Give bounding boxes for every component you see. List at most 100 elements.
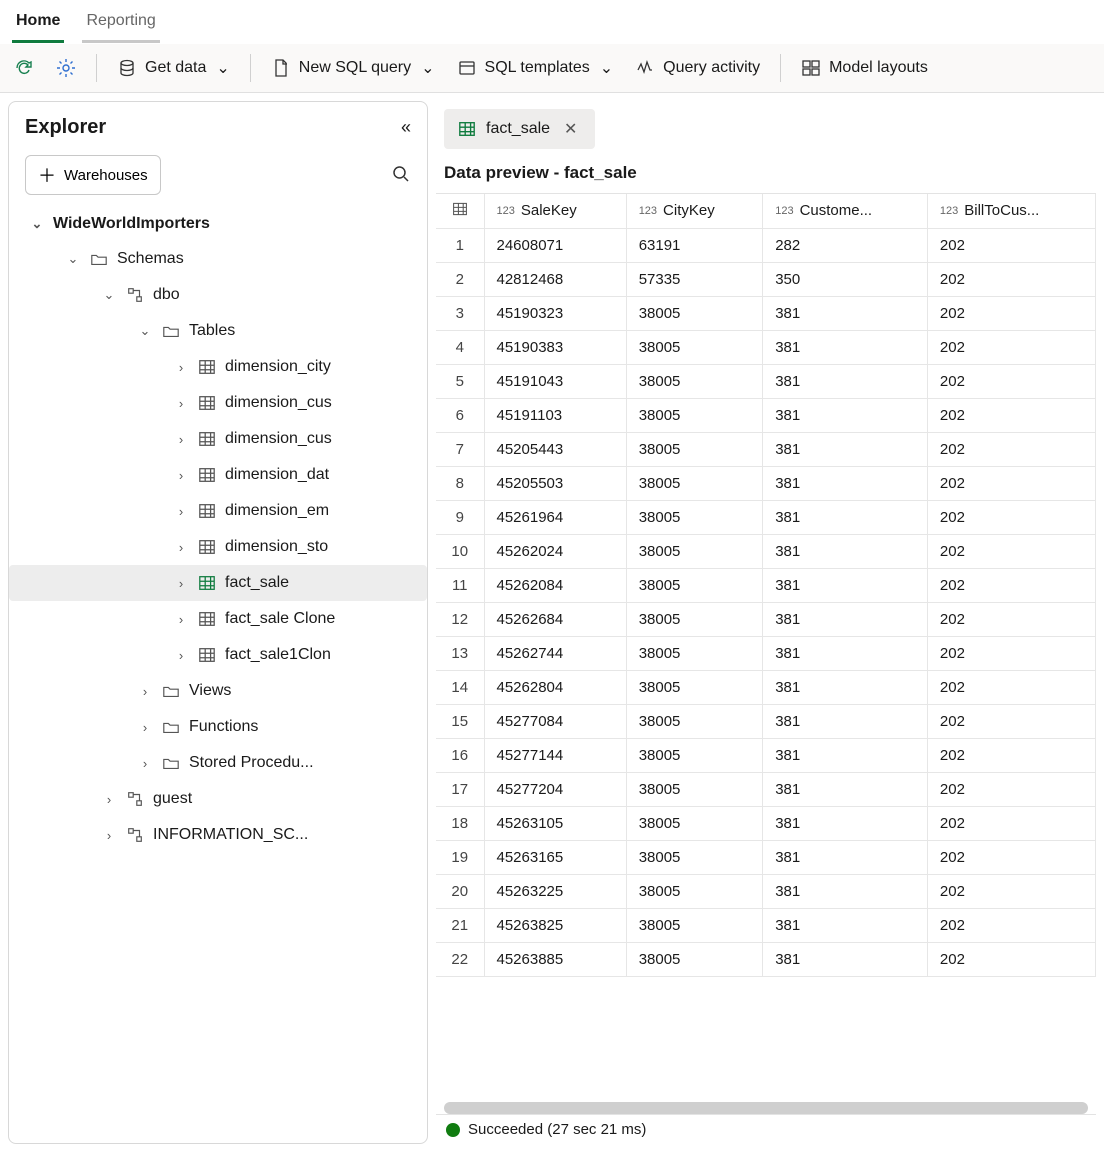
cell[interactable]: 38005 (626, 942, 763, 976)
cell[interactable]: 38005 (626, 296, 763, 330)
table-row[interactable]: 184526310538005381202 (436, 806, 1096, 840)
cell[interactable]: 38005 (626, 330, 763, 364)
table-row[interactable]: 84520550338005381202 (436, 466, 1096, 500)
cell[interactable]: 38005 (626, 398, 763, 432)
cell[interactable]: 38005 (626, 738, 763, 772)
cell[interactable]: 381 (763, 738, 928, 772)
cell[interactable]: 38005 (626, 432, 763, 466)
cell[interactable]: 45205443 (484, 432, 626, 466)
cell[interactable]: 57335 (626, 262, 763, 296)
cell[interactable]: 38005 (626, 534, 763, 568)
cell[interactable]: 381 (763, 296, 928, 330)
cell[interactable]: 202 (927, 738, 1095, 772)
cell[interactable]: 38005 (626, 364, 763, 398)
tree-table-fact_sale[interactable]: › fact_sale (9, 565, 427, 601)
cell[interactable]: 381 (763, 568, 928, 602)
cell[interactable]: 45262084 (484, 568, 626, 602)
cell[interactable]: 45263165 (484, 840, 626, 874)
column-header-Custome[interactable]: 123Custome... (763, 194, 928, 228)
table-row[interactable]: 164527714438005381202 (436, 738, 1096, 772)
data-grid[interactable]: 123SaleKey123CityKey123Custome...123Bill… (436, 193, 1096, 1100)
table-row[interactable]: 104526202438005381202 (436, 534, 1096, 568)
cell[interactable]: 350 (763, 262, 928, 296)
table-row[interactable]: 74520544338005381202 (436, 432, 1096, 466)
tree-table-dimension_dat[interactable]: › dimension_dat (9, 457, 427, 493)
cell[interactable]: 45263105 (484, 806, 626, 840)
table-row[interactable]: 224526388538005381202 (436, 942, 1096, 976)
cell[interactable]: 202 (927, 840, 1095, 874)
cell[interactable]: 38005 (626, 772, 763, 806)
table-row[interactable]: 194526316538005381202 (436, 840, 1096, 874)
cell[interactable]: 38005 (626, 568, 763, 602)
cell[interactable]: 45190323 (484, 296, 626, 330)
cell[interactable]: 381 (763, 806, 928, 840)
content-tab-fact-sale[interactable]: fact_sale ✕ (444, 109, 595, 149)
cell[interactable]: 381 (763, 636, 928, 670)
tree-table-dimension_sto[interactable]: › dimension_sto (9, 529, 427, 565)
cell[interactable]: 63191 (626, 228, 763, 262)
cell[interactable]: 202 (927, 262, 1095, 296)
tree-table-dimension_cus[interactable]: › dimension_cus (9, 421, 427, 457)
table-row[interactable]: 94526196438005381202 (436, 500, 1096, 534)
cell[interactable]: 202 (927, 806, 1095, 840)
table-row[interactable]: 64519110338005381202 (436, 398, 1096, 432)
cell[interactable]: 202 (927, 228, 1095, 262)
cell[interactable]: 202 (927, 772, 1095, 806)
table-row[interactable]: 54519104338005381202 (436, 364, 1096, 398)
cell[interactable]: 45277084 (484, 704, 626, 738)
tab-home[interactable]: Home (12, 6, 64, 43)
cell[interactable]: 381 (763, 330, 928, 364)
cell[interactable]: 381 (763, 942, 928, 976)
cell[interactable]: 45277204 (484, 772, 626, 806)
table-row[interactable]: 34519032338005381202 (436, 296, 1096, 330)
table-row[interactable]: 12460807163191282202 (436, 228, 1096, 262)
cell[interactable]: 381 (763, 364, 928, 398)
cell[interactable]: 45262024 (484, 534, 626, 568)
cell[interactable]: 45263885 (484, 942, 626, 976)
horizontal-scrollbar[interactable] (444, 1102, 1088, 1114)
cell[interactable]: 202 (927, 670, 1095, 704)
cell[interactable]: 381 (763, 398, 928, 432)
cell[interactable]: 381 (763, 466, 928, 500)
column-header-CityKey[interactable]: 123CityKey (626, 194, 763, 228)
table-row[interactable]: 174527720438005381202 (436, 772, 1096, 806)
cell[interactable]: 38005 (626, 636, 763, 670)
tree-dbo[interactable]: ⌄ dbo (9, 277, 427, 313)
table-row[interactable]: 114526208438005381202 (436, 568, 1096, 602)
cell[interactable]: 381 (763, 602, 928, 636)
column-header-SaleKey[interactable]: 123SaleKey (484, 194, 626, 228)
cell[interactable]: 202 (927, 568, 1095, 602)
cell[interactable]: 45205503 (484, 466, 626, 500)
cell[interactable]: 202 (927, 330, 1095, 364)
table-row[interactable]: 214526382538005381202 (436, 908, 1096, 942)
cell[interactable]: 38005 (626, 874, 763, 908)
tree-information-schema[interactable]: › INFORMATION_SC... (9, 817, 427, 853)
tree-table-dimension_city[interactable]: › dimension_city (9, 349, 427, 385)
cell[interactable]: 45261964 (484, 500, 626, 534)
cell[interactable]: 45191043 (484, 364, 626, 398)
sql-templates-button[interactable]: SQL templates ⌄ (455, 54, 616, 82)
search-button[interactable] (391, 164, 411, 187)
cell[interactable]: 202 (927, 602, 1095, 636)
cell[interactable]: 202 (927, 636, 1095, 670)
cell[interactable]: 202 (927, 364, 1095, 398)
query-activity-button[interactable]: Query activity (633, 54, 762, 82)
cell[interactable]: 45277144 (484, 738, 626, 772)
table-row[interactable]: 124526268438005381202 (436, 602, 1096, 636)
new-sql-query-button[interactable]: New SQL query ⌄ (269, 54, 437, 82)
cell[interactable]: 38005 (626, 908, 763, 942)
tree-table-dimension_em[interactable]: › dimension_em (9, 493, 427, 529)
tree-tables[interactable]: ⌄ Tables (9, 313, 427, 349)
cell[interactable]: 38005 (626, 840, 763, 874)
table-row[interactable]: 134526274438005381202 (436, 636, 1096, 670)
cell[interactable]: 45190383 (484, 330, 626, 364)
cell[interactable]: 381 (763, 432, 928, 466)
cell[interactable]: 202 (927, 466, 1095, 500)
table-row[interactable]: 144526280438005381202 (436, 670, 1096, 704)
get-data-button[interactable]: Get data ⌄ (115, 54, 232, 82)
table-row[interactable]: 44519038338005381202 (436, 330, 1096, 364)
cell[interactable]: 381 (763, 908, 928, 942)
table-row[interactable]: 154527708438005381202 (436, 704, 1096, 738)
cell[interactable]: 381 (763, 704, 928, 738)
cell[interactable]: 282 (763, 228, 928, 262)
